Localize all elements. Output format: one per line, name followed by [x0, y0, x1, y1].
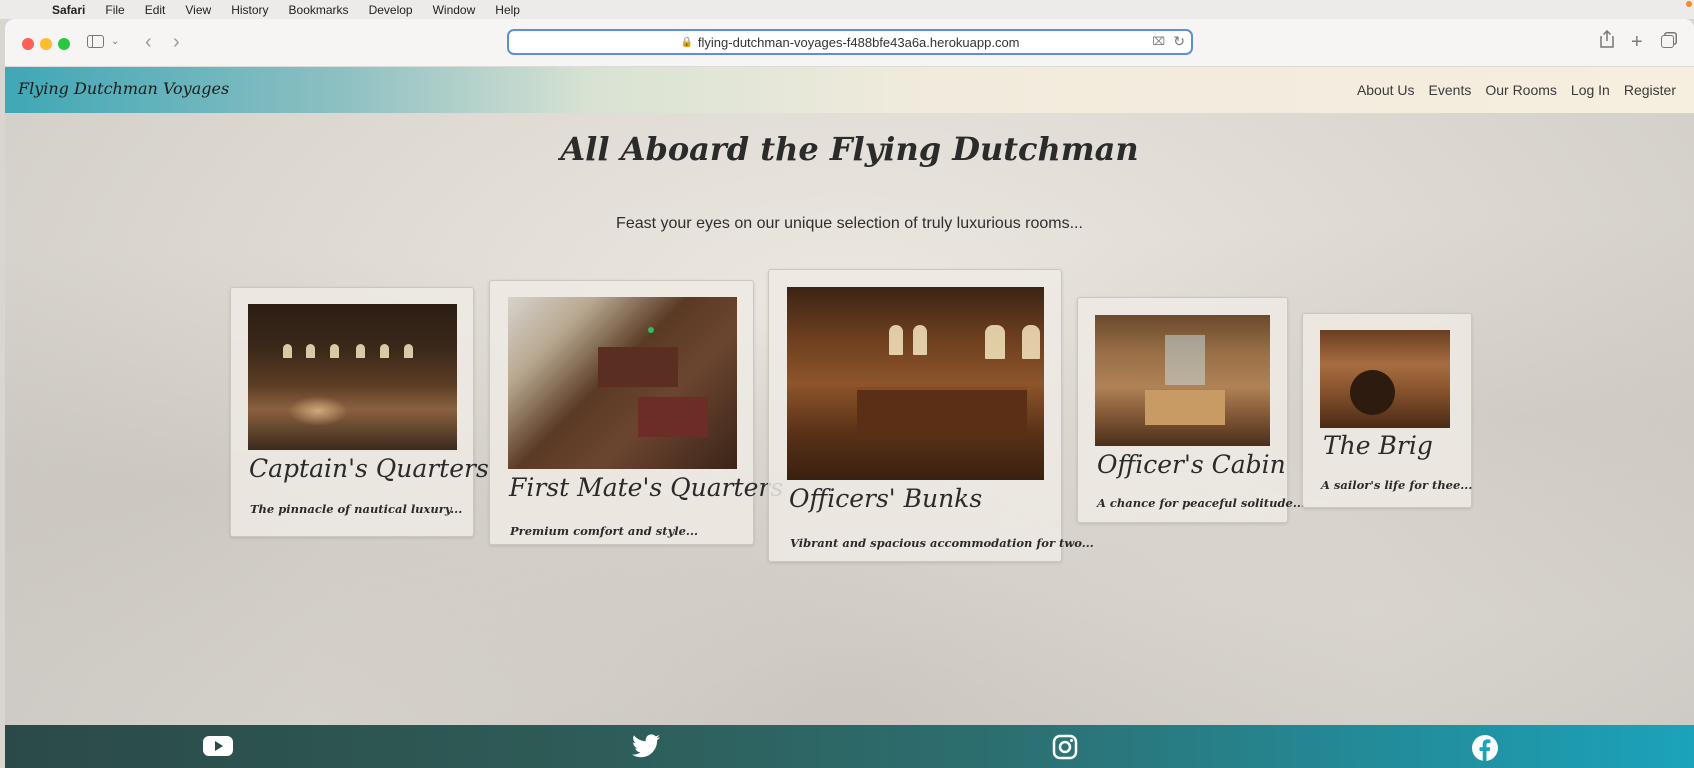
- macos-menubar: Safari File Edit View History Bookmarks …: [0, 0, 1694, 19]
- menu-develop[interactable]: Develop: [369, 3, 413, 17]
- youtube-icon[interactable]: [203, 734, 233, 760]
- room-blurb: Premium comfort and style...: [510, 524, 698, 538]
- close-window-button[interactable]: [22, 38, 34, 50]
- menu-bookmarks[interactable]: Bookmarks: [289, 3, 349, 17]
- room-card-captains-quarters[interactable]: Captain's Quarters The pinnacle of nauti…: [230, 287, 489, 537]
- new-tab-icon[interactable]: +: [1631, 30, 1643, 54]
- lock-icon: 🔒: [680, 36, 693, 48]
- forward-button[interactable]: ›: [173, 30, 180, 54]
- room-photo-officers-cabin: [1095, 315, 1270, 446]
- twitter-icon[interactable]: [632, 734, 660, 760]
- menu-help[interactable]: Help: [495, 3, 520, 17]
- address-bar[interactable]: 🔒 flying-dutchman-voyages-f488bfe43a6a.h…: [507, 29, 1193, 55]
- web-page: Flying Dutchman Voyages About Us Events …: [5, 67, 1694, 768]
- recording-indicator-icon: [1686, 1, 1692, 7]
- url-text: flying-dutchman-voyages-f488bfe43a6a.her…: [697, 34, 1020, 50]
- menu-safari[interactable]: Safari: [52, 3, 85, 17]
- room-title: Captain's Quarters: [249, 454, 489, 483]
- nav-our-rooms[interactable]: Our Rooms: [1485, 82, 1557, 98]
- page-subtitle: Feast your eyes on our unique selection …: [616, 215, 1083, 232]
- share-icon[interactable]: [1599, 29, 1615, 56]
- reload-icon[interactable]: ↻: [1173, 33, 1185, 50]
- room-card-the-brig[interactable]: The Brig A sailor's life for thee...: [1302, 313, 1472, 508]
- instagram-icon[interactable]: [1052, 734, 1080, 760]
- site-footer: [5, 725, 1694, 768]
- room-title: The Brig: [1323, 431, 1433, 460]
- site-brand[interactable]: Flying Dutchman Voyages: [18, 79, 229, 98]
- back-button[interactable]: ‹: [145, 30, 152, 54]
- menu-history[interactable]: History: [231, 3, 268, 17]
- tab-overview-icon[interactable]: [1661, 30, 1674, 54]
- room-card-first-mates-quarters[interactable]: First Mate's Quarters Premium comfort an…: [489, 280, 783, 545]
- menu-edit[interactable]: Edit: [145, 3, 166, 17]
- room-card-officers-cabin[interactable]: Officer's Cabin A chance for peaceful so…: [1077, 297, 1305, 523]
- menu-window[interactable]: Window: [433, 3, 476, 17]
- room-blurb: A sailor's life for thee...: [1321, 478, 1473, 492]
- translate-icon[interactable]: ⌧: [1152, 35, 1165, 48]
- sidebar-toggle-icon[interactable]: [85, 30, 105, 54]
- menu-view[interactable]: View: [185, 3, 211, 17]
- site-nav-links: About Us Events Our Rooms Log In Registe…: [1357, 82, 1676, 98]
- page-title: All Aboard the Flying Dutchman: [560, 130, 1139, 168]
- chevron-down-icon[interactable]: ⌄: [111, 30, 119, 54]
- nav-register[interactable]: Register: [1624, 82, 1676, 98]
- browser-toolbar: ⌄ ‹ › 🔒 flying-dutchman-voyages-f488bfe4…: [5, 19, 1694, 67]
- room-title: Officers' Bunks: [789, 484, 983, 513]
- room-blurb: A chance for peaceful solitude...: [1097, 496, 1305, 510]
- room-card-officers-bunks[interactable]: Officers' Bunks Vibrant and spacious acc…: [768, 269, 1094, 562]
- room-blurb: The pinnacle of nautical luxury...: [250, 502, 463, 516]
- room-blurb: Vibrant and spacious accommodation for t…: [790, 536, 1094, 550]
- minimize-window-button[interactable]: [40, 38, 52, 50]
- nav-about-us[interactable]: About Us: [1357, 82, 1415, 98]
- facebook-icon[interactable]: [1471, 734, 1499, 761]
- nav-events[interactable]: Events: [1429, 82, 1472, 98]
- room-photo-officers-bunks: [787, 287, 1044, 480]
- room-photo-captains-quarters: [248, 304, 457, 450]
- room-title: Officer's Cabin: [1097, 450, 1286, 479]
- safari-window: ⌄ ‹ › 🔒 flying-dutchman-voyages-f488bfe4…: [5, 19, 1694, 768]
- site-navbar: Flying Dutchman Voyages About Us Events …: [5, 67, 1694, 113]
- menu-file[interactable]: File: [105, 3, 124, 17]
- room-photo-the-brig: [1320, 330, 1450, 428]
- room-title: First Mate's Quarters: [509, 473, 784, 502]
- zoom-window-button[interactable]: [58, 38, 70, 50]
- nav-log-in[interactable]: Log In: [1571, 82, 1610, 98]
- room-photo-first-mates-quarters: [508, 297, 737, 469]
